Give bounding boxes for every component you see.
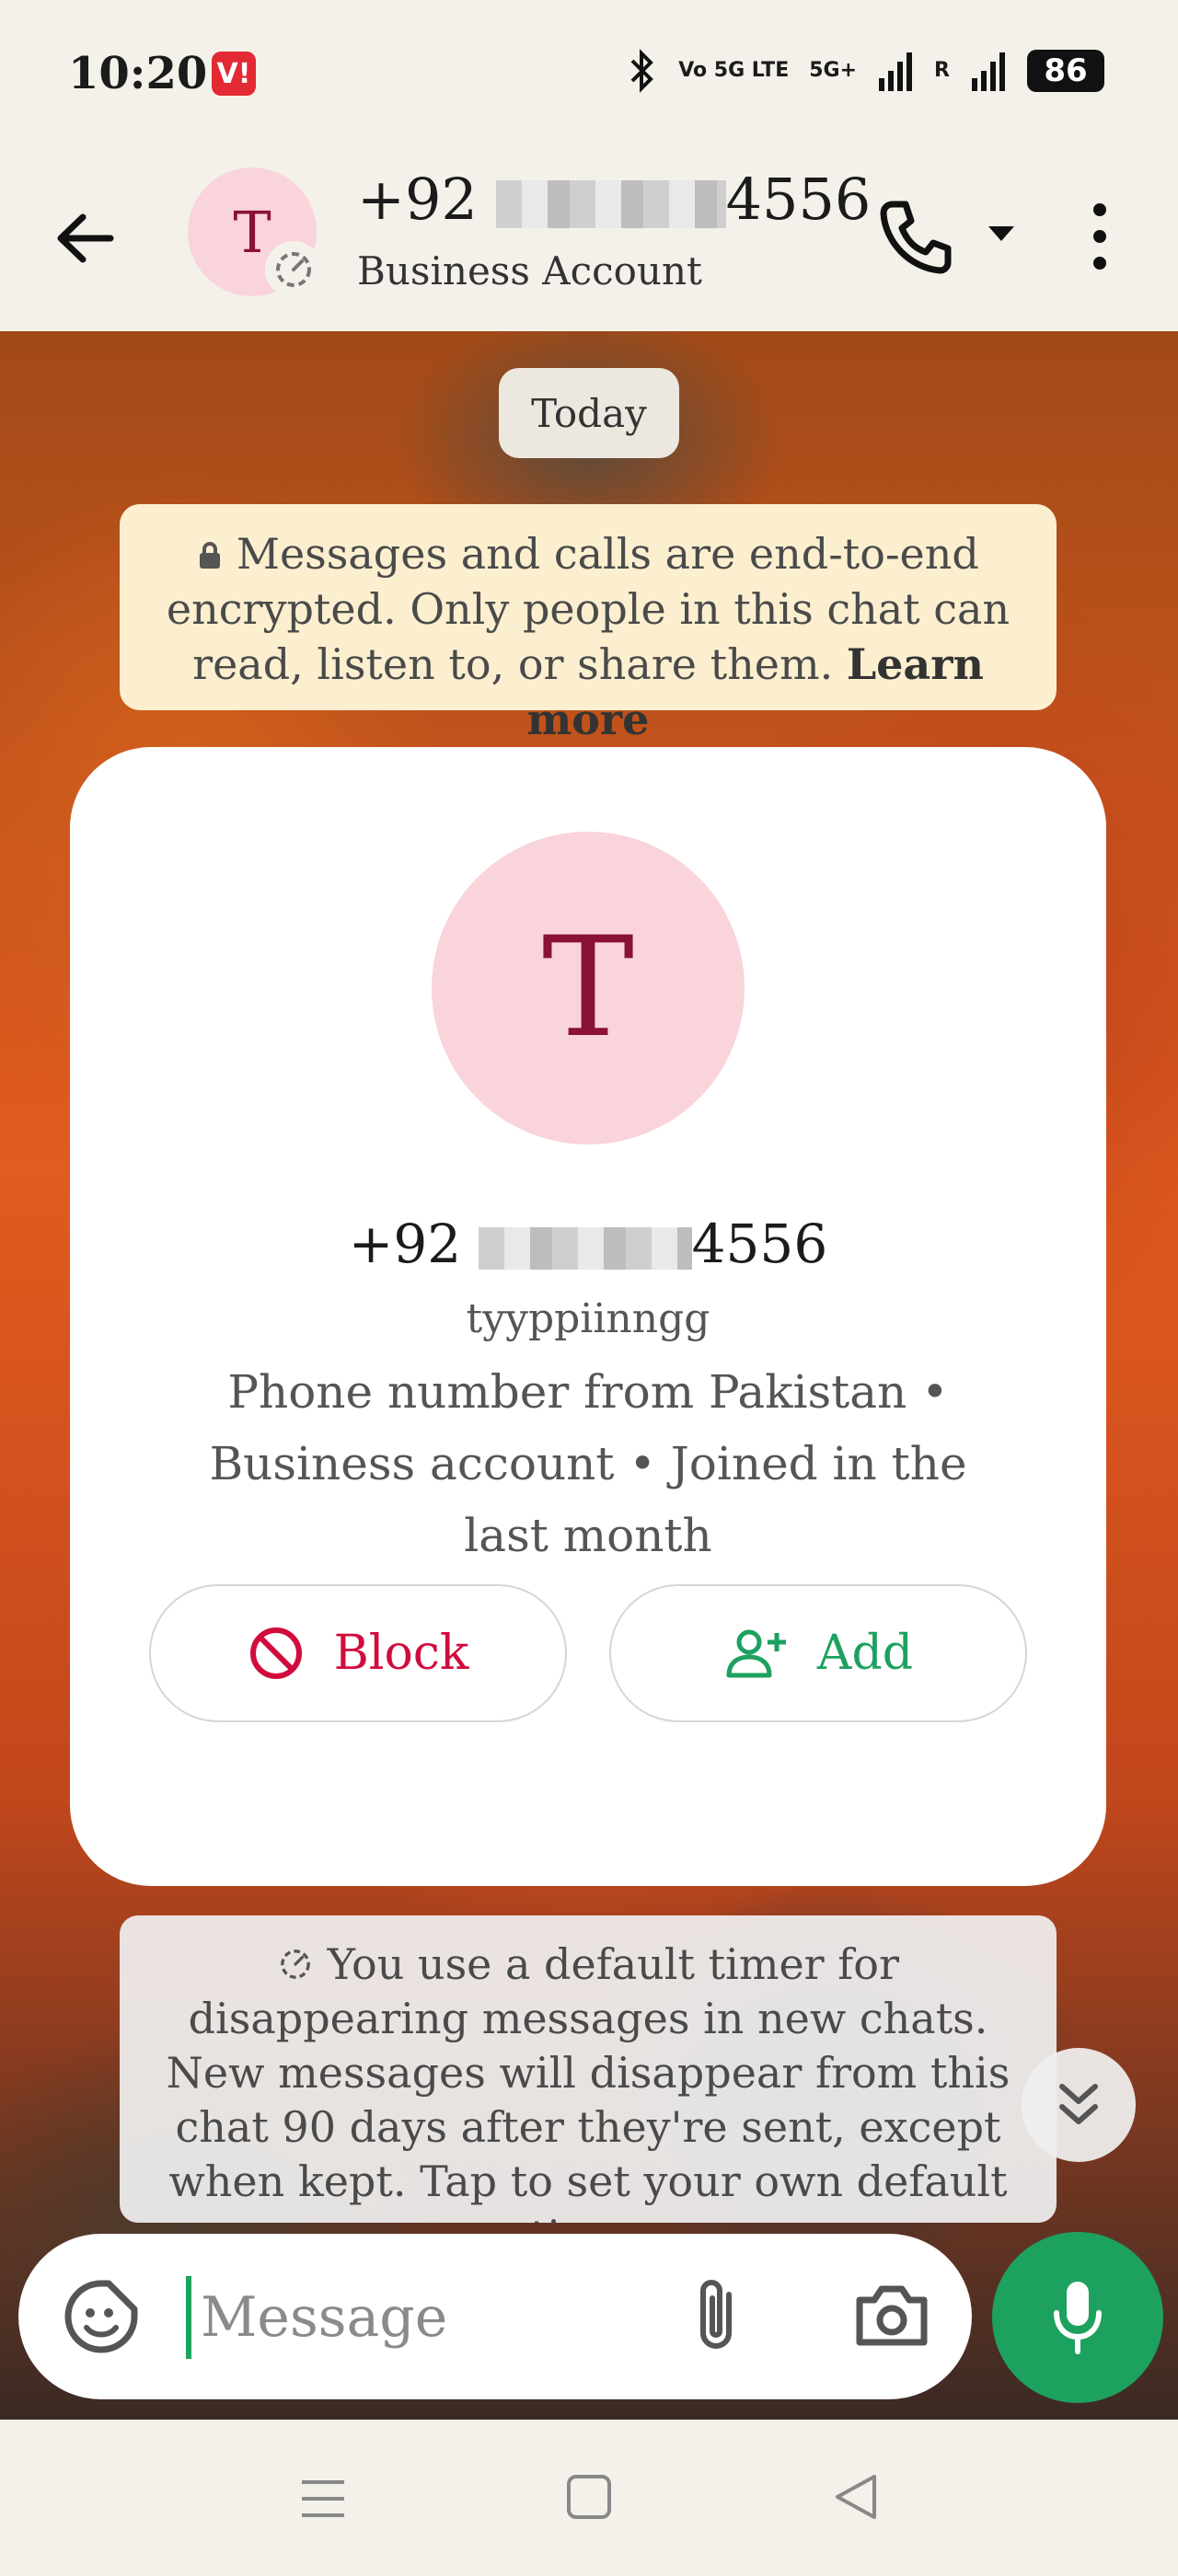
block-button[interactable]: Block [149, 1584, 567, 1722]
bluetooth-icon [630, 49, 654, 93]
date-chip: Today [499, 368, 679, 458]
contact-description: Phone number from Pakistan • Business ac… [209, 1365, 967, 1562]
microphone-icon [1054, 2282, 1102, 2354]
redacted-digits [478, 1226, 692, 1270]
contact-avatar-large[interactable]: T [432, 832, 745, 1144]
contact-username: tyyppiinngg [466, 1295, 710, 1342]
timer-icon [281, 1949, 310, 1979]
roaming-label: R [934, 59, 950, 82]
network-label-volte: Vo 5G LTE [678, 59, 790, 82]
chat-area[interactable]: Today Messages and calls are end-to-end … [0, 331, 1178, 2420]
more-options-icon[interactable] [1077, 195, 1123, 278]
battery-indicator: 86 [1027, 50, 1104, 92]
scroll-to-bottom-button[interactable] [1022, 2048, 1136, 2162]
phone-call-icon[interactable] [874, 195, 957, 278]
redacted-digits [495, 179, 726, 228]
disappearing-messages-notice[interactable]: You use a default timer for disappearing… [120, 1915, 1057, 2223]
contact-phone: +92 4556 [70, 1213, 1106, 1275]
status-time: 10:20 [68, 48, 208, 99]
add-label: Add [816, 1626, 914, 1681]
lock-icon [200, 542, 221, 569]
double-chevron-down-icon [1059, 2084, 1098, 2124]
block-label: Block [333, 1626, 469, 1681]
sticker-icon[interactable] [61, 2276, 142, 2357]
carrier-badge: V! [212, 52, 256, 96]
avatar-letter-large: T [541, 908, 635, 1068]
signal-icon [879, 52, 913, 91]
timer-icon [276, 252, 311, 287]
signal-icon-2 [972, 52, 1005, 91]
chat-header: T +92 4556 Business Account [0, 147, 1178, 331]
phone-suffix: 4556 [725, 166, 872, 233]
back-triangle-icon[interactable] [828, 2469, 884, 2524]
block-icon [249, 1627, 302, 1679]
contact-subtitle: Business Account [357, 248, 702, 293]
system-navigation-bar [0, 2420, 1178, 2576]
voice-message-button[interactable] [992, 2232, 1163, 2403]
phone-suffix: 4556 [691, 1213, 828, 1275]
add-contact-button[interactable]: Add [609, 1584, 1027, 1722]
home-icon[interactable] [563, 2471, 615, 2523]
call-options-caret-icon[interactable] [981, 213, 1022, 254]
contact-title[interactable]: +92 4556 [357, 166, 871, 233]
text-cursor [186, 2276, 191, 2359]
network-label-5g: 5G+ [809, 59, 858, 82]
camera-icon[interactable] [850, 2274, 933, 2357]
attach-paperclip-icon[interactable] [677, 2274, 760, 2357]
add-person-icon [726, 1629, 786, 1678]
recent-apps-icon[interactable] [296, 2473, 350, 2524]
message-composer [18, 2234, 972, 2399]
message-input[interactable] [199, 2271, 644, 2364]
system-icons: Vo 5G LTE 5G+ R 86 [627, 48, 1104, 94]
status-bar: 10:20 V! Vo 5G LTE 5G+ R 86 [0, 0, 1178, 147]
phone-prefix: +92 [348, 1213, 462, 1275]
phone-prefix: +92 [357, 166, 478, 233]
disappearing-timer-badge [265, 241, 322, 298]
back-arrow-icon[interactable] [52, 204, 120, 272]
avatar-letter: T [233, 198, 271, 266]
encryption-notice[interactable]: Messages and calls are end-to-end encryp… [120, 504, 1057, 744]
